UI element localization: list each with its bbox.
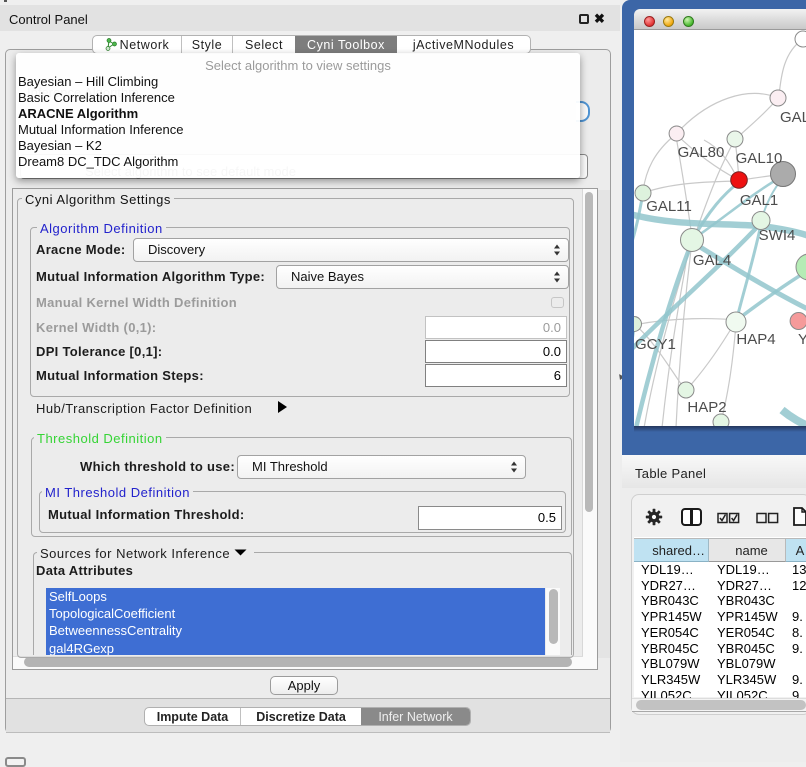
svg-text:GCY1: GCY1 bbox=[635, 336, 676, 353]
svg-text:GAL80: GAL80 bbox=[678, 144, 725, 161]
svg-text:GAL1: GAL1 bbox=[740, 192, 778, 209]
svg-text:YM: YM bbox=[798, 331, 806, 348]
svg-text:GAL4: GAL4 bbox=[693, 252, 731, 269]
svg-text:GAL10: GAL10 bbox=[736, 150, 783, 167]
svg-text:SWI4: SWI4 bbox=[759, 227, 796, 244]
svg-text:HAP2: HAP2 bbox=[687, 399, 726, 416]
svg-text:HAP4: HAP4 bbox=[736, 331, 775, 348]
svg-text:GAL11: GAL11 bbox=[646, 198, 692, 215]
svg-text:GAL7: GAL7 bbox=[780, 109, 806, 126]
